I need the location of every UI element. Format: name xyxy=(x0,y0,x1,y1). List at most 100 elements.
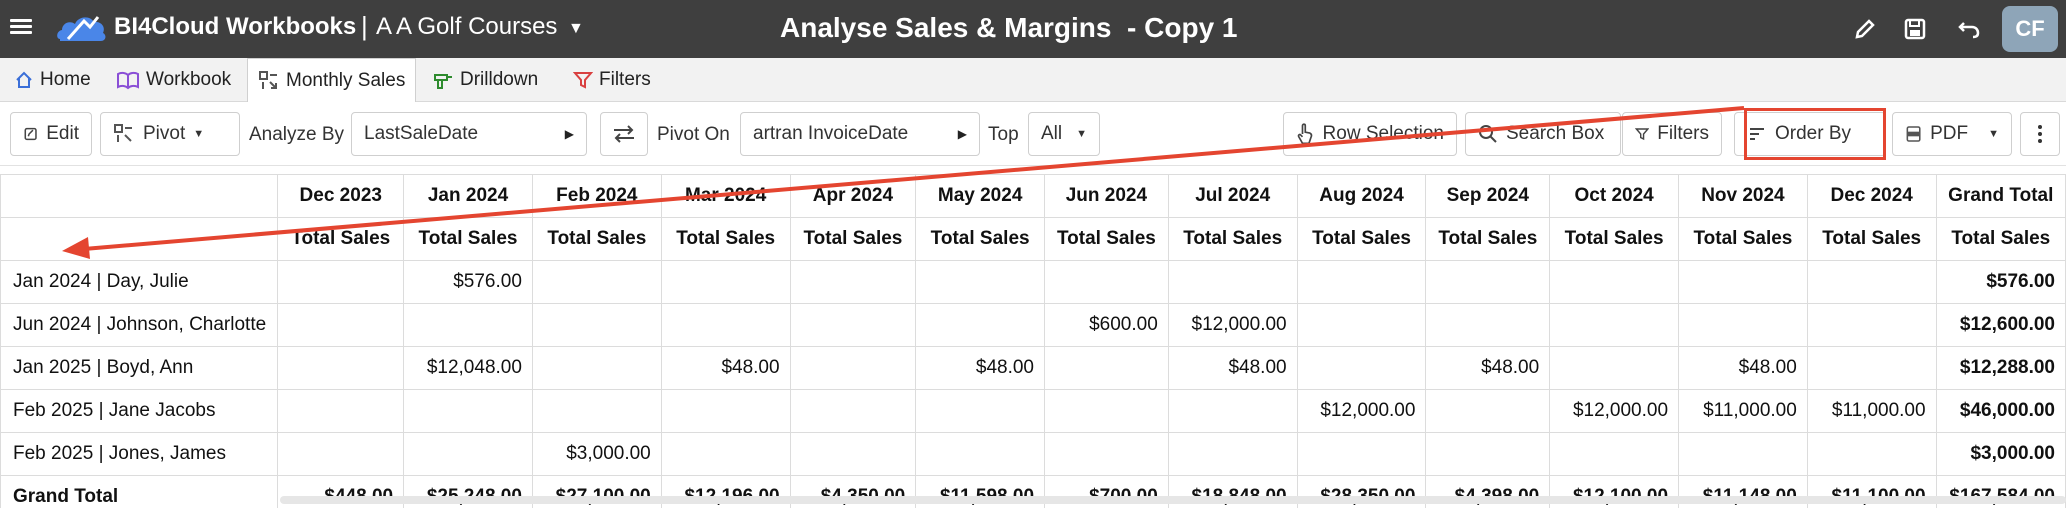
edit-pencil-icon[interactable] xyxy=(1850,14,1880,44)
value-cell[interactable]: $11,000.00 xyxy=(1678,389,1808,433)
month-header[interactable]: Jul 2024 xyxy=(1167,174,1298,218)
value-cell[interactable] xyxy=(1167,389,1298,433)
measure-header[interactable]: Total Sales xyxy=(1425,217,1551,261)
table-row[interactable]: Jun 2024 | Johnson, Charlotte $600.00 $12,… xyxy=(0,303,2066,347)
row-selection-button[interactable]: Row Selection xyxy=(1283,112,1457,156)
month-header[interactable]: Dec 2024 xyxy=(1806,174,1937,218)
value-cell[interactable] xyxy=(277,432,405,476)
grand-total-cell[interactable]: $12,600.00 xyxy=(1935,303,2066,347)
measure-header[interactable]: Total Sales xyxy=(1044,217,1169,261)
value-cell[interactable]: $48.00 xyxy=(915,346,1046,390)
value-cell[interactable] xyxy=(277,303,405,347)
value-cell[interactable] xyxy=(403,303,533,347)
row-label[interactable]: Grand Total xyxy=(0,475,279,508)
swap-button[interactable] xyxy=(600,112,648,156)
value-cell[interactable]: $600.00 xyxy=(1044,303,1169,347)
grand-total-cell[interactable]: $576.00 xyxy=(1935,260,2066,304)
value-cell[interactable]: $48.00 xyxy=(660,346,791,390)
value-cell[interactable]: $48.00 xyxy=(1425,346,1551,390)
value-cell[interactable]: $3,000.00 xyxy=(531,432,662,476)
measure-header[interactable]: Total Sales xyxy=(789,217,917,261)
value-cell[interactable] xyxy=(277,260,405,304)
value-cell[interactable]: $576.00 xyxy=(403,260,533,304)
pdf-button[interactable]: PDF ▼ xyxy=(1892,112,2012,156)
value-cell[interactable] xyxy=(1425,432,1551,476)
value-cell[interactable] xyxy=(789,432,917,476)
value-cell[interactable] xyxy=(1296,432,1427,476)
value-cell[interactable] xyxy=(1425,389,1551,433)
value-cell[interactable] xyxy=(915,303,1046,347)
measure-header[interactable]: Total Sales xyxy=(1806,217,1937,261)
top-select[interactable]: All ▼ xyxy=(1028,112,1100,156)
month-header[interactable]: Jun 2024 xyxy=(1044,174,1169,218)
tab-drilldown[interactable]: Drilldown xyxy=(422,58,548,102)
value-cell[interactable] xyxy=(1296,346,1427,390)
value-cell[interactable] xyxy=(531,346,662,390)
month-header[interactable]: Mar 2024 xyxy=(660,174,791,218)
value-cell[interactable] xyxy=(1549,432,1680,476)
value-cell[interactable] xyxy=(1044,432,1169,476)
edit-button[interactable]: Edit xyxy=(10,112,92,156)
value-cell[interactable] xyxy=(1044,346,1169,390)
value-cell[interactable] xyxy=(403,389,533,433)
measure-header[interactable]: Total Sales xyxy=(403,217,533,261)
value-cell[interactable] xyxy=(1806,432,1937,476)
value-cell[interactable] xyxy=(531,303,662,347)
measure-header[interactable]: Total Sales xyxy=(277,217,405,261)
value-cell[interactable] xyxy=(1806,303,1937,347)
value-cell[interactable] xyxy=(277,346,405,390)
value-cell[interactable] xyxy=(1044,260,1169,304)
row-label[interactable]: Jan 2025 | Boyd, Ann xyxy=(0,346,279,390)
row-label[interactable]: Feb 2025 | Jones, James xyxy=(0,432,279,476)
table-row[interactable]: Feb 2025 | Jones, James $3,000.00 $3,000.0… xyxy=(0,432,2066,476)
measure-header[interactable]: Total Sales xyxy=(1678,217,1808,261)
value-cell[interactable] xyxy=(1549,260,1680,304)
menu-icon[interactable] xyxy=(10,16,32,38)
value-cell[interactable] xyxy=(531,389,662,433)
value-cell[interactable] xyxy=(403,432,533,476)
measure-header[interactable]: Total Sales xyxy=(1935,217,2066,261)
table-row[interactable]: Jan 2024 | Day, Julie $576.00 $576.00 xyxy=(0,260,2066,304)
value-cell[interactable] xyxy=(660,260,791,304)
month-header[interactable]: Apr 2024 xyxy=(789,174,917,218)
row-label[interactable]: Jan 2024 | Day, Julie xyxy=(0,260,279,304)
value-cell[interactable] xyxy=(1678,432,1808,476)
value-cell[interactable] xyxy=(660,432,791,476)
measure-header[interactable]: Total Sales xyxy=(660,217,791,261)
pivot-button[interactable]: Pivot ▼ xyxy=(100,112,240,156)
caret-down-icon[interactable]: ▼ xyxy=(1988,128,1999,140)
value-cell[interactable] xyxy=(1167,432,1298,476)
measure-header[interactable]: Total Sales xyxy=(915,217,1046,261)
month-header[interactable]: Sep 2024 xyxy=(1425,174,1551,218)
tab-home[interactable]: Home xyxy=(4,58,101,102)
value-cell[interactable] xyxy=(660,303,791,347)
value-cell[interactable] xyxy=(1167,260,1298,304)
value-cell[interactable] xyxy=(789,389,917,433)
company-name[interactable]: A A Golf Courses xyxy=(376,13,557,41)
value-cell[interactable] xyxy=(1678,303,1808,347)
row-label[interactable]: Jun 2024 | Johnson, Charlotte xyxy=(0,303,279,347)
value-cell[interactable] xyxy=(915,389,1046,433)
value-cell[interactable]: $12,000.00 xyxy=(1549,389,1680,433)
more-options-button[interactable] xyxy=(2020,112,2060,156)
analyze-by-select[interactable]: LastSaleDate ▶ xyxy=(351,112,587,156)
grand-total-cell[interactable]: $3,000.00 xyxy=(1935,432,2066,476)
value-cell[interactable]: $12,000.00 xyxy=(1296,389,1427,433)
user-avatar[interactable]: CF xyxy=(2002,6,2058,52)
pivot-on-select[interactable]: artran InvoiceDate ▶ xyxy=(740,112,980,156)
month-header[interactable]: Aug 2024 xyxy=(1296,174,1427,218)
value-cell[interactable] xyxy=(1678,260,1808,304)
month-header[interactable]: Jan 2024 xyxy=(403,174,533,218)
value-cell[interactable]: $48.00 xyxy=(1678,346,1808,390)
value-cell[interactable] xyxy=(915,260,1046,304)
tab-filters[interactable]: Filters xyxy=(563,58,661,102)
value-cell[interactable] xyxy=(789,346,917,390)
save-icon[interactable] xyxy=(1900,14,1930,44)
value-cell[interactable] xyxy=(1296,260,1427,304)
month-header[interactable]: Grand Total xyxy=(1935,174,2066,218)
company-dropdown-caret-icon[interactable]: ▼ xyxy=(568,20,584,38)
value-cell[interactable] xyxy=(1806,260,1937,304)
value-cell[interactable] xyxy=(1806,346,1937,390)
value-cell[interactable] xyxy=(531,260,662,304)
tab-monthly-sales[interactable]: Monthly Sales xyxy=(247,58,417,103)
